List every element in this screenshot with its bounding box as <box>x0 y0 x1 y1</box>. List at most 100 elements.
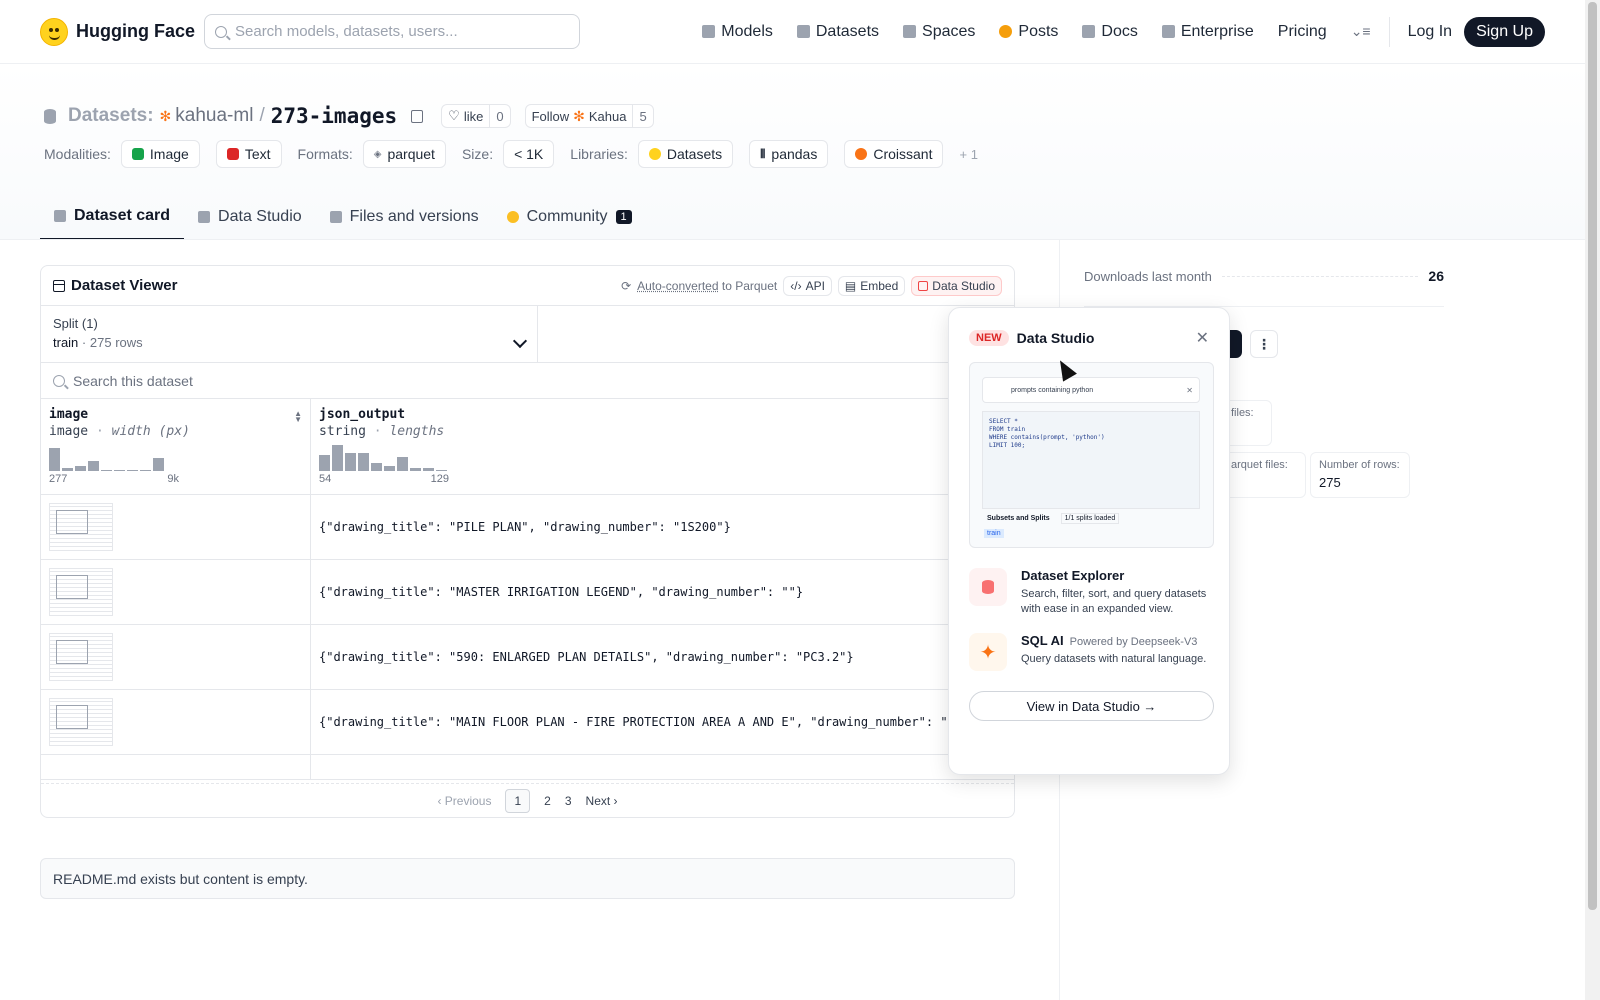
view-in-data-studio-button[interactable]: View in Data Studio → <box>969 691 1214 721</box>
tab-files-label: Files and versions <box>349 208 479 225</box>
login-link[interactable]: Log In <box>1396 23 1464 41</box>
histogram-bar[interactable] <box>384 466 395 471</box>
split-selector[interactable]: Split (1) train · 275 rows <box>41 306 538 362</box>
nav-enterprise[interactable]: Enterprise <box>1150 15 1266 49</box>
tag-pandas[interactable]: ⦀ pandas <box>749 140 829 168</box>
preview-train-tag: train <box>984 529 1004 538</box>
scrollbar-thumb[interactable] <box>1588 2 1597 910</box>
tag-text[interactable]: Text <box>215 140 282 168</box>
global-search[interactable] <box>204 14 580 49</box>
like-button[interactable]: ♡ like 0 <box>441 104 511 128</box>
nav-models[interactable]: Models <box>690 15 785 49</box>
copy-icon[interactable] <box>411 109 424 123</box>
histogram-bar[interactable] <box>436 470 447 471</box>
table-row[interactable] <box>41 755 1014 780</box>
previous-label: Previous <box>444 793 492 808</box>
api-button[interactable]: ‹/› API <box>783 275 832 296</box>
tab-data-studio[interactable]: Data Studio <box>184 194 316 240</box>
page-2-button[interactable]: 2 <box>544 794 551 808</box>
column-header-image[interactable]: image image · width (px) 277 9k ▲ ▼ <box>41 399 311 494</box>
brand-name: Hugging Face <box>76 21 196 41</box>
more-options-button[interactable]: ⋮ <box>1250 330 1278 358</box>
auto-converted-link[interactable]: Auto-converted <box>637 279 718 293</box>
table-row[interactable]: {"drawing_title": "MASTER IRRIGATION LEG… <box>41 560 1014 625</box>
data-studio-button[interactable]: Data Studio <box>911 275 1002 296</box>
signup-button[interactable]: Sign Up <box>1464 16 1545 47</box>
database-icon <box>44 108 56 124</box>
image-thumbnail[interactable] <box>49 568 113 616</box>
tab-files-and-versions[interactable]: Files and versions <box>316 194 493 240</box>
table-row[interactable]: {"drawing_title": "PILE PLAN", "drawing_… <box>41 495 1014 560</box>
histogram-bar[interactable] <box>101 470 112 471</box>
page-3-button[interactable]: 3 <box>565 794 572 808</box>
histogram-bar[interactable] <box>371 463 382 471</box>
tag-parquet[interactable]: ◈ parquet <box>362 140 446 168</box>
tag-croissant[interactable]: Croissant <box>844 140 944 168</box>
more-libraries[interactable]: + 1 <box>959 147 977 162</box>
sort-icon[interactable]: ▲ ▼ <box>294 410 302 424</box>
close-icon[interactable]: ✕ <box>1196 328 1209 348</box>
nav-models-label: Models <box>721 22 773 40</box>
histogram-bar[interactable] <box>397 457 408 471</box>
image-thumbnail[interactable] <box>49 633 113 681</box>
table-row[interactable]: {"drawing_title": "590: ENLARGED PLAN DE… <box>41 625 1014 690</box>
histogram-bar[interactable] <box>140 470 151 471</box>
tag-image[interactable]: Image <box>120 140 200 168</box>
pandas-icon: ⦀ <box>760 146 766 161</box>
nav-posts[interactable]: Posts <box>987 15 1070 49</box>
histogram <box>49 445 302 471</box>
repo-name[interactable]: 273-images <box>271 104 397 128</box>
image-thumbnail[interactable] <box>49 503 113 551</box>
more-menu-button[interactable]: ⌄≡ <box>1339 15 1383 49</box>
histogram-bar[interactable] <box>153 458 164 471</box>
org-link[interactable]: ✻ kahua-ml <box>160 105 254 127</box>
preview-loaded-label: 1/1 splits loaded <box>1060 513 1120 524</box>
split-rows: 275 rows <box>89 335 143 350</box>
tag-size[interactable]: < 1K <box>503 140 555 168</box>
heart-icon: ♡ <box>448 108 460 123</box>
dataset-search[interactable] <box>41 363 1014 399</box>
histogram-bar[interactable] <box>88 461 99 471</box>
formats-label: Formats: <box>297 146 353 162</box>
histogram-bar[interactable] <box>75 466 86 471</box>
histogram-bar[interactable] <box>49 448 60 471</box>
table-row[interactable]: {"drawing_title": "MAIN FLOOR PLAN - FIR… <box>41 690 1014 755</box>
next-page-button[interactable]: Next › <box>586 794 618 808</box>
brand-link[interactable]: Hugging Face <box>40 17 204 46</box>
histogram-bar[interactable] <box>127 470 138 471</box>
global-search-input[interactable] <box>235 23 555 40</box>
code-icon: ‹/› <box>790 278 802 293</box>
histogram-bar[interactable] <box>319 455 330 471</box>
follow-button[interactable]: Follow ✻ Kahua 5 <box>524 104 654 128</box>
hist-min: 277 <box>49 473 68 485</box>
json-output-cell: {"drawing_title": "590: ENLARGED PLAN DE… <box>319 650 854 664</box>
nav-datasets[interactable]: Datasets <box>785 15 891 49</box>
nav-spaces[interactable]: Spaces <box>891 15 987 49</box>
tab-dataset-card[interactable]: Dataset card <box>40 194 185 240</box>
page-scrollbar[interactable] <box>1585 0 1600 1000</box>
histogram-bar[interactable] <box>358 453 369 471</box>
column-type: image <box>49 424 89 439</box>
histogram-bar[interactable] <box>423 468 434 471</box>
previous-page-button[interactable]: ‹ Previous <box>437 794 491 808</box>
parquet-icon: ◈ <box>373 148 382 160</box>
histogram-bar[interactable] <box>62 468 73 471</box>
histogram-bar[interactable] <box>410 468 421 471</box>
embed-button[interactable]: ▤ Embed <box>837 275 906 296</box>
nav-enterprise-label: Enterprise <box>1180 22 1254 40</box>
nav-docs[interactable]: Docs <box>1070 15 1149 49</box>
page-1-button[interactable]: 1 <box>505 788 531 813</box>
histogram-bar[interactable] <box>332 445 343 471</box>
nav-pricing[interactable]: Pricing <box>1266 15 1339 49</box>
libraries-label: Libraries: <box>570 146 628 162</box>
histogram-bar[interactable] <box>114 470 125 471</box>
tag-size-label: < 1K <box>514 146 544 162</box>
json-output-cell: {"drawing_title": "MASTER IRRIGATION LEG… <box>319 585 804 599</box>
histogram-bar[interactable] <box>345 453 356 471</box>
column-header-json-output[interactable]: json_output string · lengths 54 129 <box>311 399 1014 494</box>
tab-community[interactable]: Community 1 <box>493 194 646 240</box>
auto-converted-note[interactable]: Auto-converted to Parquet <box>637 279 777 293</box>
tag-datasets[interactable]: Datasets <box>637 140 734 168</box>
dataset-search-input[interactable] <box>73 372 673 389</box>
image-thumbnail[interactable] <box>49 698 113 746</box>
